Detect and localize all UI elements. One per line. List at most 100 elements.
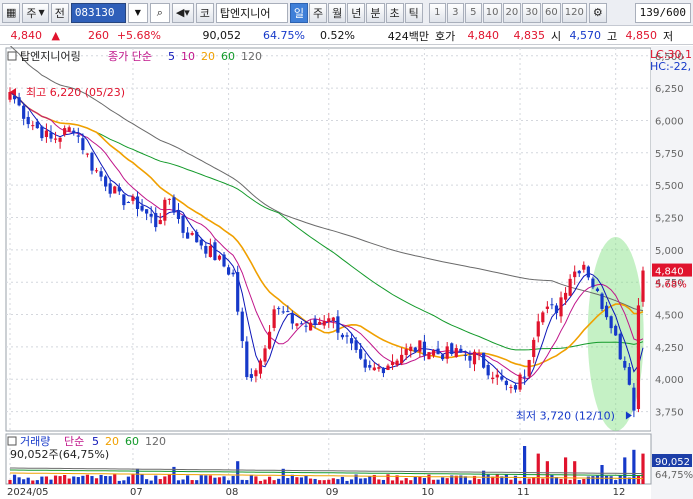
volume-bar [226, 480, 231, 484]
x-tick-label: 11 [517, 487, 530, 498]
speaker-icon: ◀▾ [175, 6, 190, 19]
ma-legend-period: 10 [181, 50, 195, 63]
candle-body [208, 245, 212, 257]
ma-legend-label[interactable]: 종가 단순 [108, 50, 152, 63]
volume-bar [240, 479, 244, 484]
price-chart[interactable]: 6,5006,2506,0005,7505,5005,2505,0004,750… [0, 46, 693, 499]
candle-body [308, 322, 313, 331]
candle-body [58, 137, 62, 142]
search-button[interactable]: ⌕ [149, 2, 170, 23]
volume-bar [413, 476, 417, 484]
volume-bar [409, 480, 413, 484]
candle-body [450, 343, 454, 354]
candle-body [44, 130, 49, 138]
code-dropdown-button[interactable]: ▼ [127, 2, 148, 23]
volume-bar [618, 475, 622, 484]
volume-bar [90, 476, 94, 484]
period-tab[interactable]: 년 [347, 2, 366, 23]
market-selector[interactable]: 주 ▼ [22, 2, 49, 23]
volume-bar [536, 453, 540, 484]
candle-body [190, 233, 194, 235]
candle-body [509, 386, 513, 388]
candle-body [404, 349, 408, 355]
volume-legend-label[interactable]: 거래량 [20, 435, 50, 448]
stock-code-input[interactable]: 083130 [70, 2, 126, 23]
interval-button[interactable]: 120 [561, 2, 587, 23]
volume-bar [359, 478, 363, 484]
data-count-display[interactable]: 139/600 [634, 2, 691, 23]
candle-body [436, 348, 440, 355]
candle-body [222, 254, 226, 267]
prev-button[interactable]: 전 [50, 2, 69, 23]
period-tab[interactable]: 일 [289, 2, 309, 23]
candle-body [145, 209, 149, 214]
candle-body [99, 171, 103, 177]
volume-bar [422, 478, 427, 484]
candle-body [595, 288, 600, 292]
period-tab[interactable]: 분 [366, 2, 385, 23]
volume-bar [58, 476, 62, 484]
menu-grid-icon[interactable]: ▦ [2, 2, 21, 23]
volume-bar [641, 453, 645, 484]
candle-body [600, 293, 604, 309]
candle-body [26, 116, 30, 125]
volume-value: 90,052 [202, 29, 242, 42]
y-tick-label: 6,000 [655, 116, 684, 127]
volume-bar [308, 478, 313, 484]
high-annotation: 최고 6,220 (05/23) [26, 86, 125, 99]
interval-button[interactable]: 3 [446, 2, 464, 23]
period-tab[interactable]: 초 [385, 2, 404, 23]
candle-body [245, 341, 249, 378]
volume-bar [53, 475, 58, 484]
volume-bar [368, 476, 372, 484]
interval-button[interactable]: 1 [428, 2, 446, 23]
candle-body [290, 313, 294, 324]
volume-bar [12, 474, 17, 484]
volume-bar [504, 474, 508, 484]
volume-bar [523, 446, 527, 484]
settings-button[interactable]: ⚙ [588, 2, 607, 23]
volume-bar [63, 474, 67, 484]
interval-button[interactable]: 20 [502, 2, 522, 23]
x-tick-label: 2024/05 [7, 487, 49, 498]
volume-bar [35, 480, 39, 484]
ma-legend-period: 120 [241, 50, 262, 63]
volume-bar [186, 475, 190, 484]
candle-body [8, 91, 12, 100]
stock-name-tag[interactable]: 탑엔지니어링 [20, 50, 81, 63]
chart-mode-button[interactable]: 코 [195, 2, 214, 23]
volume-bar [85, 474, 90, 484]
volume-bar [99, 474, 103, 484]
volume-bar [22, 479, 26, 484]
candle-body [409, 346, 413, 352]
interval-button[interactable]: 60 [542, 2, 561, 23]
volume-bar [208, 475, 212, 484]
high-label: 고 [607, 29, 618, 43]
interval-button[interactable]: 5 [464, 2, 482, 23]
candle-body [122, 194, 126, 206]
volume-bar [327, 479, 331, 484]
ma-legend-period: 5 [168, 50, 175, 63]
interval-button[interactable]: 30 [522, 2, 541, 23]
candle-body [500, 376, 504, 380]
volume-bar [623, 457, 627, 484]
volume-bar [181, 479, 185, 484]
period-tab[interactable]: 주 [309, 2, 328, 23]
turnover-pct: 0.52% [320, 29, 355, 42]
volume-bar [436, 479, 440, 484]
volume-bar [254, 476, 258, 484]
period-tab[interactable]: 월 [328, 2, 347, 23]
chevron-down-icon: ▼ [134, 8, 141, 17]
candle-body [81, 138, 85, 151]
interval-button[interactable]: 10 [482, 2, 502, 23]
candle-body [53, 138, 58, 140]
period-tab[interactable]: 틱 [404, 2, 423, 23]
candle-body [149, 213, 153, 217]
current-pct-tag: 5.68% [655, 280, 687, 291]
candle-body [400, 354, 404, 364]
volume-value-text: 90,052주(64,75%) [10, 448, 109, 461]
volume-bar [527, 478, 531, 484]
sound-button[interactable]: ◀▾ [171, 2, 194, 23]
candle-body [618, 333, 622, 360]
volume-bar [190, 480, 194, 484]
